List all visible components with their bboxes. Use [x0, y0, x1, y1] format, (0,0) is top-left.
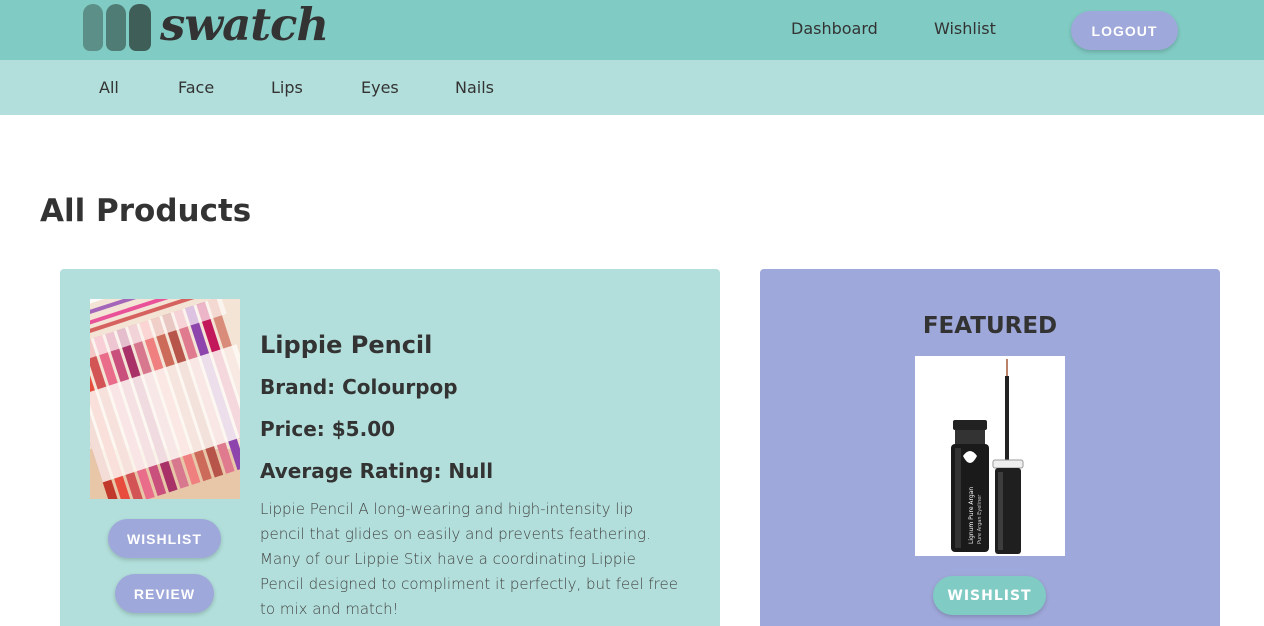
page-title: All Products	[40, 193, 252, 229]
nav-dashboard-link[interactable]: Dashboard	[791, 19, 878, 38]
nav-wishlist-link[interactable]: Wishlist	[934, 19, 996, 38]
lip-pencils-illustration	[90, 299, 240, 499]
logo-swatch-3	[129, 4, 151, 51]
product-wishlist-button[interactable]: WISHLIST	[108, 519, 221, 558]
product-name: Lippie Pencil	[260, 331, 433, 359]
product-description: Lippie Pencil A long-wearing and high-in…	[260, 500, 678, 618]
product-rating: Average Rating: Null	[260, 459, 494, 483]
featured-wishlist-button[interactable]: WISHLIST	[933, 576, 1046, 615]
svg-text:Pure Argan Eyeliner: Pure Argan Eyeliner	[977, 494, 983, 544]
category-nails[interactable]: Nails	[455, 78, 494, 97]
eyeliner-illustration: Lignum Pure Argan Pure Argan Eyeliner	[915, 356, 1065, 556]
category-lips[interactable]: Lips	[271, 78, 303, 97]
logo-swatch-2	[106, 4, 126, 51]
lip-pencils-image	[90, 299, 240, 499]
category-bar: All Face Lips Eyes Nails	[0, 60, 1264, 115]
logo-swatch-1	[83, 4, 103, 51]
swatch-logo[interactable]: swatch	[80, 0, 329, 54]
svg-text:Lignum Pure Argan: Lignum Pure Argan	[968, 487, 975, 544]
top-navbar: swatch Dashboard Wishlist LOGOUT	[0, 0, 1264, 60]
product-price: Price: $5.00	[260, 417, 396, 441]
eyeliner-image[interactable]: Lignum Pure Argan Pure Argan Eyeliner	[915, 356, 1065, 556]
product-brand: Brand: Colourpop	[260, 375, 458, 399]
logo-wordmark: swatch	[160, 0, 329, 51]
category-all[interactable]: All	[99, 78, 119, 97]
category-face[interactable]: Face	[178, 78, 214, 97]
category-eyes[interactable]: Eyes	[361, 78, 399, 97]
featured-card: FEATURED Lignum Pure Argan Pure Argan Ey…	[760, 269, 1220, 626]
featured-title: FEATURED	[922, 313, 1058, 339]
product-review-button[interactable]: REVIEW	[115, 574, 214, 613]
product-card: WISHLIST REVIEW Lippie Pencil Brand: Col…	[60, 269, 720, 626]
logout-button[interactable]: LOGOUT	[1071, 11, 1178, 50]
